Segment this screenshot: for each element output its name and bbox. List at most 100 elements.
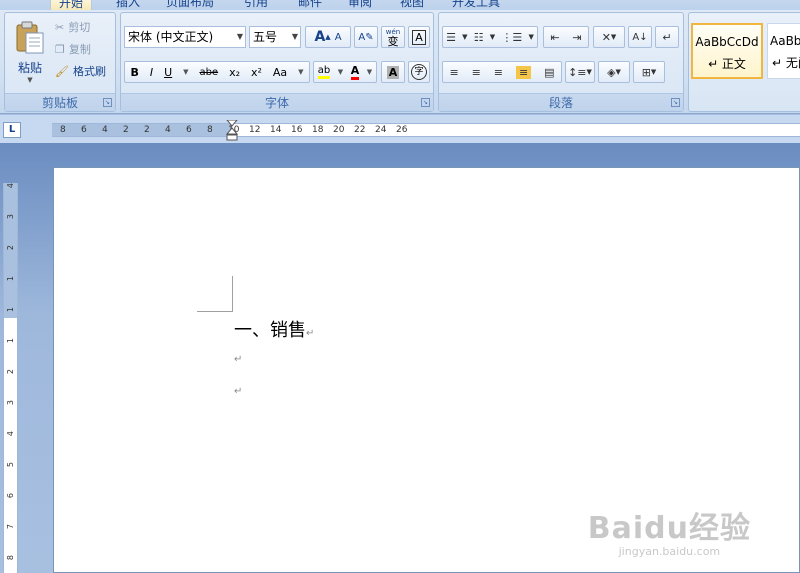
highlight-button[interactable]: ab (317, 65, 331, 79)
chevron-down-icon[interactable]: ▼ (338, 68, 343, 76)
ruler-tick-label: 4 (6, 183, 15, 189)
chevron-down-icon[interactable]: ▼ (367, 68, 372, 76)
heading-text[interactable]: 一、销售↵ (234, 316, 314, 342)
line-spacing-button[interactable]: ↕≡ ▼ (565, 61, 595, 83)
shrink-font-button[interactable]: A (335, 32, 342, 43)
format-painter-button[interactable]: 🖌 格式刷 (55, 61, 115, 81)
justify-icon[interactable]: ≡ (515, 65, 532, 79)
document-page[interactable]: 一、销售↵ ↵ ↵ Baidu经验 jingyan.baidu.com (53, 167, 800, 573)
tab-developer[interactable]: 开发工具 (444, 0, 508, 10)
strikethrough-button[interactable]: abe (199, 67, 218, 78)
grow-font-button[interactable]: A (314, 29, 325, 45)
empty-paragraph[interactable]: ↵ (234, 354, 242, 365)
font-group-label: 字体 (121, 93, 433, 111)
style-name: ↵ 无间 (772, 56, 800, 70)
paste-label: 粘贴 (17, 60, 42, 75)
paragraph-mark-icon: ↵ (662, 30, 672, 44)
decrease-indent-icon[interactable]: ⇤ (550, 31, 559, 44)
italic-button[interactable]: I (150, 66, 153, 79)
bullets-icon[interactable]: ☰ (446, 31, 456, 44)
paint-bucket-icon: ◈ (607, 65, 616, 79)
ruler-tick-label: 8 (207, 125, 213, 135)
paragraph-mark: ↵ (306, 328, 315, 339)
sort-button[interactable]: A↓ (628, 26, 652, 48)
tab-view[interactable]: 视图 (392, 0, 432, 10)
align-center-icon[interactable]: ≡ (472, 66, 481, 79)
dialog-launcher-icon[interactable]: ↘ (671, 98, 680, 107)
ruler-tick-label: 4 (6, 431, 15, 437)
tab-mailings[interactable]: 邮件 (290, 0, 330, 10)
change-case-button[interactable]: Aa (273, 66, 287, 79)
style-normal[interactable]: AaBbCcDd ↵ 正文 (691, 23, 763, 79)
chevron-down-icon[interactable]: ▼ (528, 33, 533, 41)
ruler-tick-label: 26 (396, 125, 408, 135)
numbering-icon[interactable]: ☷ (474, 31, 484, 44)
bold-button[interactable]: B (130, 66, 138, 79)
tab-page-layout[interactable]: 页面布局 (158, 0, 222, 10)
chevron-down-icon[interactable]: ▼ (490, 33, 495, 41)
copy-button[interactable]: ❐ 复制 (55, 39, 113, 59)
increase-indent-icon[interactable]: ⇥ (572, 31, 581, 44)
cut-button[interactable]: ✂ 剪切 (55, 17, 113, 37)
document-canvas: 4321112345678 一、销售↵ ↵ ↵ Baidu经验 jingyan.… (0, 143, 800, 573)
tab-home[interactable]: 开始 (50, 0, 93, 10)
clear-format-button[interactable]: A✎ (354, 26, 378, 48)
chevron-down-icon: ▼ (236, 32, 243, 41)
chevron-down-icon[interactable]: ▼ (462, 33, 467, 41)
font-name-combo[interactable]: 宋体 (中文正文) ▼ (124, 26, 246, 48)
underline-button[interactable]: U (164, 66, 172, 79)
watermark-brand: Baidu经验 (587, 511, 751, 546)
dialog-launcher-icon[interactable]: ↘ (103, 98, 112, 107)
chevron-down-icon: ▼ (615, 68, 621, 76)
chevron-down-icon[interactable]: ▼ (183, 68, 188, 76)
char-shading-button[interactable]: A (381, 61, 405, 83)
style-name: ↵ 正文 (708, 57, 746, 71)
dialog-launcher-icon[interactable]: ↘ (421, 98, 430, 107)
ruler-margin (52, 124, 232, 136)
font-format-buttons: B I U ▼ abe x₂ x² Aa ▼ (124, 61, 310, 83)
borders-icon: ⊞ (641, 65, 651, 79)
ruler-tick-label: 16 (291, 125, 303, 135)
paragraph-group: ☰ ▼ ☷ ▼ ⋮☰ ▼ ⇤ ⇥ ✕ ▼ A↓ ↵ ≡ ≡ ≡ ≡ ▤ ↕≡ ▼… (438, 12, 684, 112)
font-name-value: 宋体 (中文正文) (128, 30, 214, 44)
vertical-ruler[interactable]: 4 3 2 1 1 1 2 3 4 5 6 7 8 (3, 183, 18, 573)
font-group: 宋体 (中文正文) ▼ 五号 ▼ A ▲ A A✎ wén 变 A B I U … (120, 12, 434, 112)
chinese-layout-button[interactable]: ✕ ▼ (593, 26, 625, 48)
font-color-button[interactable]: A (350, 64, 360, 80)
paste-button[interactable]: 粘贴 ▼ (9, 17, 51, 87)
chevron-down-icon[interactable]: ▼ (298, 68, 303, 76)
multilevel-list-icon[interactable]: ⋮☰ (501, 31, 522, 44)
ruler-tick-label: 4 (102, 125, 108, 135)
align-right-icon[interactable]: ≡ (494, 66, 503, 79)
ruler-tick-label: 6 (81, 125, 87, 135)
horizontal-ruler[interactable]: 86422468101214161820222426 (52, 120, 800, 141)
chevron-down-icon: ▼ (27, 75, 33, 84)
char-border-button[interactable]: A (408, 26, 430, 48)
heading-content: 一、销售 (234, 320, 306, 341)
tab-insert[interactable]: 插入 (108, 0, 148, 10)
tab-review[interactable]: 审阅 (340, 0, 380, 10)
ruler-margin (4, 183, 17, 318)
phonetic-guide-button[interactable]: wén 变 (381, 26, 405, 48)
ruler-tick-label: 20 (333, 125, 345, 135)
shading-button[interactable]: ◈ ▼ (598, 61, 630, 83)
tab-references[interactable]: 引用 (236, 0, 276, 10)
borders-button[interactable]: ⊞ ▼ (633, 61, 665, 83)
ruler-tick-label: 24 (375, 125, 387, 135)
copy-icon: ❐ (55, 42, 65, 56)
tab-selector-button[interactable]: L (3, 122, 21, 138)
indent-marker-icon[interactable] (226, 120, 238, 142)
font-size-combo[interactable]: 五号 ▼ (249, 26, 301, 48)
align-buttons: ≡ ≡ ≡ ≡ ▤ (442, 61, 562, 83)
ruler-tick-label: 2 (6, 245, 15, 251)
clipboard-group: 粘贴 ▼ ✂ 剪切 ❐ 复制 🖌 格式刷 剪贴板 ↘ (4, 12, 116, 112)
style-no-spacing[interactable]: AaBbC ↵ 无间 (767, 23, 800, 79)
align-left-icon[interactable]: ≡ (449, 66, 458, 79)
superscript-button[interactable]: x² (251, 66, 262, 79)
styles-group: AaBbCcDd ↵ 正文 AaBbC ↵ 无间 (688, 12, 800, 112)
empty-paragraph[interactable]: ↵ (234, 386, 242, 397)
enclose-char-button[interactable]: 字 (408, 61, 430, 83)
subscript-button[interactable]: x₂ (229, 66, 240, 79)
show-marks-button[interactable]: ↵ (655, 26, 679, 48)
distribute-icon[interactable]: ▤ (544, 66, 554, 79)
